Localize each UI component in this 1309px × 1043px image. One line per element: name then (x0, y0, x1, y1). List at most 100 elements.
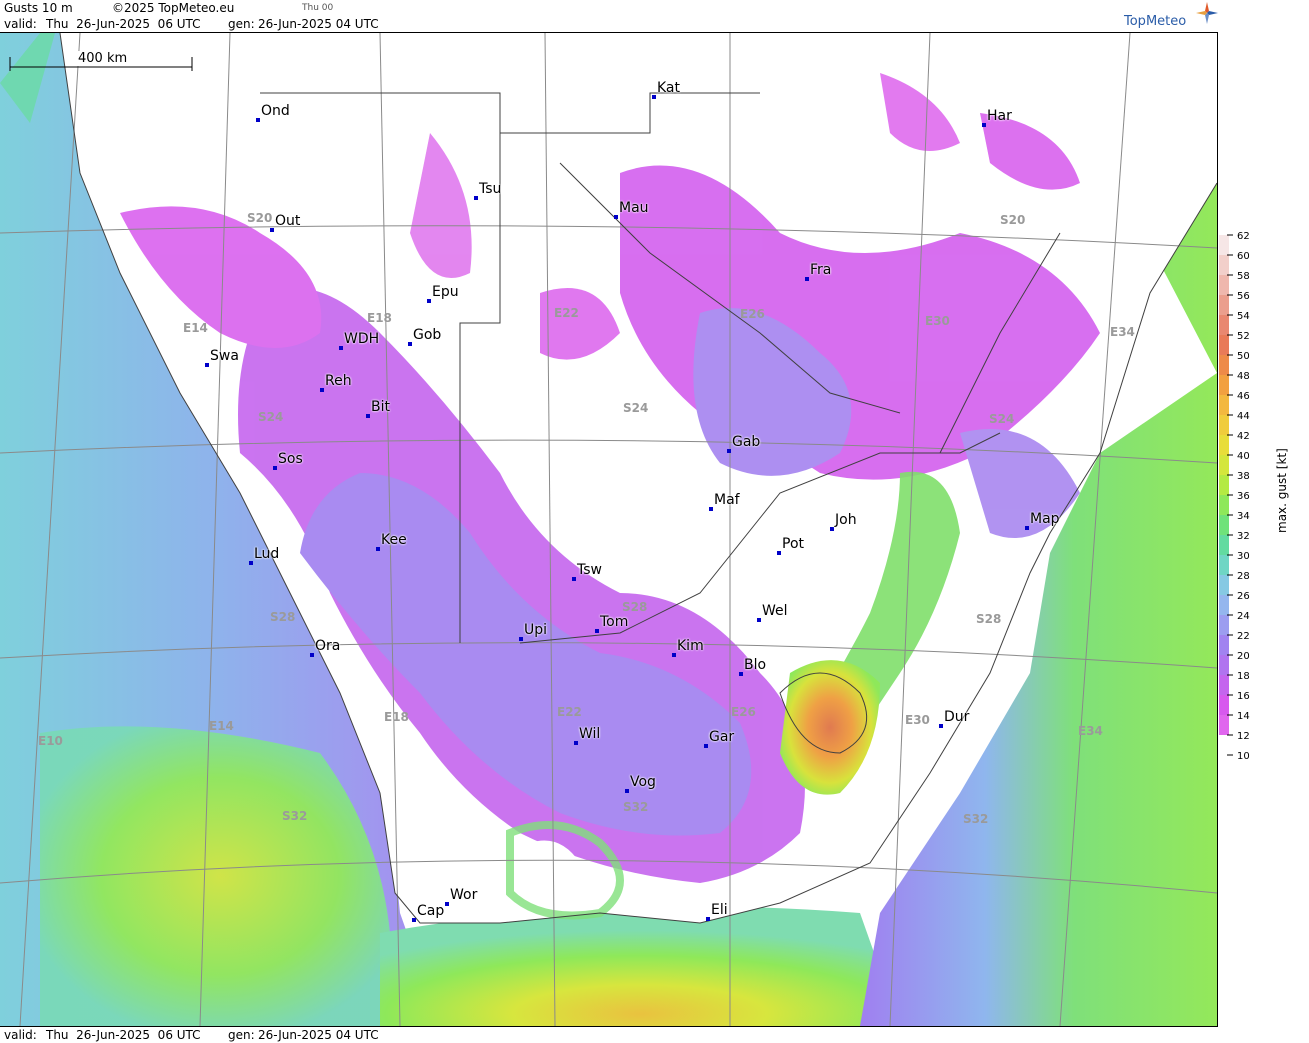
legend-swatch (1219, 515, 1229, 535)
city-label: Tom (600, 614, 629, 630)
city-marker-icon (408, 342, 412, 346)
city-label: Dur (944, 709, 970, 725)
grid-label: E18 (367, 311, 392, 325)
legend-swatch (1219, 355, 1229, 375)
legend-colorbar: 62 60 58 56 54 52 50 48 46 44 42 40 38 36 34 32 30 28 26 24… (1219, 231, 1250, 762)
grid-label: S24 (258, 410, 284, 424)
city-marker-icon (270, 228, 274, 232)
legend-swatch (1219, 695, 1229, 715)
legend-tick-label: 34 (1237, 511, 1250, 522)
city-marker-icon (739, 672, 743, 676)
footer-valid-time: Thu 26-Jun-2025 06 UTC (46, 1028, 201, 1042)
footer-bar: valid: Thu 26-Jun-2025 06 UTC gen: 26-Ju… (0, 1026, 1218, 1043)
city-label: Reh (325, 373, 352, 389)
grid-label: E30 (905, 713, 930, 727)
legend-swatch (1219, 595, 1229, 615)
city-label: Epu (432, 284, 459, 300)
time-tag: Thu 00 (302, 3, 334, 13)
grid-label: E10 (38, 734, 63, 748)
city-label: Fra (810, 262, 832, 278)
city-label: Eli (711, 902, 728, 918)
city-label: Map (1030, 511, 1060, 527)
city-marker-icon (310, 653, 314, 657)
city-marker-icon (805, 277, 809, 281)
legend-swatch (1219, 675, 1229, 695)
grid-label: E26 (740, 307, 765, 321)
legend-tick-label: 12 (1237, 731, 1250, 742)
legend-tick-label: 56 (1237, 291, 1250, 302)
city-marker-icon (709, 507, 713, 511)
grid-label: E22 (557, 705, 582, 719)
legend-swatch (1219, 315, 1229, 335)
city-label: Sos (278, 451, 303, 467)
city-marker-icon (366, 414, 370, 418)
legend-tick-label: 22 (1237, 631, 1250, 642)
grid-label: S20 (247, 211, 273, 225)
legend-swatch (1219, 635, 1229, 655)
header-bar: Gusts 10 m ©2025 TopMeteo.eu Thu 00 vali… (0, 0, 1218, 33)
city-label: Ora (315, 638, 341, 654)
city-marker-icon (652, 95, 656, 99)
grid-label: S28 (270, 610, 296, 624)
city-label: Gar (709, 729, 735, 745)
city-marker-icon (427, 299, 431, 303)
city-label: Vog (630, 774, 656, 790)
legend-tick-label: 26 (1237, 591, 1250, 602)
legend-tick-label: 52 (1237, 331, 1250, 342)
compass-icon (1196, 2, 1218, 24)
grid-label: E14 (183, 321, 208, 335)
legend-tick-label: 24 (1237, 611, 1250, 622)
city-marker-icon (830, 527, 834, 531)
legend-swatch (1219, 475, 1229, 495)
grid-label: S32 (282, 809, 308, 823)
grid-label: E26 (731, 705, 756, 719)
legend-tick-label: 14 (1237, 711, 1250, 722)
brand-logo[interactable]: TopMeteo (1124, 14, 1186, 29)
legend-tick-label: 20 (1237, 651, 1250, 662)
legend-swatch (1219, 615, 1229, 635)
city-marker-icon (249, 561, 253, 565)
legend-swatch (1219, 255, 1229, 275)
footer-gen-time: 26-Jun-2025 04 UTC (258, 1028, 379, 1042)
legend-tick-label: 50 (1237, 351, 1250, 362)
city-label: Wil (579, 726, 601, 742)
city-label: Gab (732, 434, 761, 450)
gust-map[interactable] (0, 33, 1217, 1026)
city-label: Kim (677, 638, 704, 654)
legend-tick-label: 42 (1237, 431, 1250, 442)
legend-swatch (1219, 535, 1229, 555)
city-marker-icon (757, 618, 761, 622)
copyright: ©2025 TopMeteo.eu (112, 1, 235, 15)
city-label: Bit (371, 399, 390, 415)
footer-valid-label: valid: (4, 1028, 37, 1042)
city-marker-icon (672, 653, 676, 657)
city-label: Ond (261, 103, 290, 119)
grid-label: E34 (1078, 724, 1103, 738)
legend-tick-label: 46 (1237, 391, 1250, 402)
grid-label: S28 (976, 612, 1002, 626)
city-marker-icon (706, 917, 710, 921)
legend-swatch (1219, 415, 1229, 435)
city-marker-icon (1025, 526, 1029, 530)
map-panel[interactable]: 400 km S20 S20 E14 E18 E22 E26 E30 E34 S24 S24 S24… (0, 33, 1218, 1026)
city-label: Pot (782, 536, 804, 552)
gen-label: gen: (228, 17, 255, 31)
legend-unit-label: max. gust [kt] (1275, 448, 1289, 533)
grid-label: E22 (554, 306, 579, 320)
legend-swatch (1219, 275, 1229, 295)
city-label: Out (275, 213, 301, 229)
city-marker-icon (572, 577, 576, 581)
city-label: WDH (344, 331, 380, 347)
legend-tick-label: 44 (1237, 411, 1250, 422)
gen-time: 26-Jun-2025 04 UTC (258, 17, 379, 31)
city-label: Wor (450, 887, 478, 903)
legend-tick-label: 10 (1237, 751, 1250, 762)
grid-label: E18 (384, 710, 409, 724)
scale-bar-label: 400 km (76, 51, 130, 66)
city-marker-icon (939, 724, 943, 728)
grid-label: E14 (209, 719, 234, 733)
city-marker-icon (339, 346, 343, 350)
grid-label: S32 (963, 812, 989, 826)
legend-swatch (1219, 395, 1229, 415)
city-marker-icon (595, 629, 599, 633)
